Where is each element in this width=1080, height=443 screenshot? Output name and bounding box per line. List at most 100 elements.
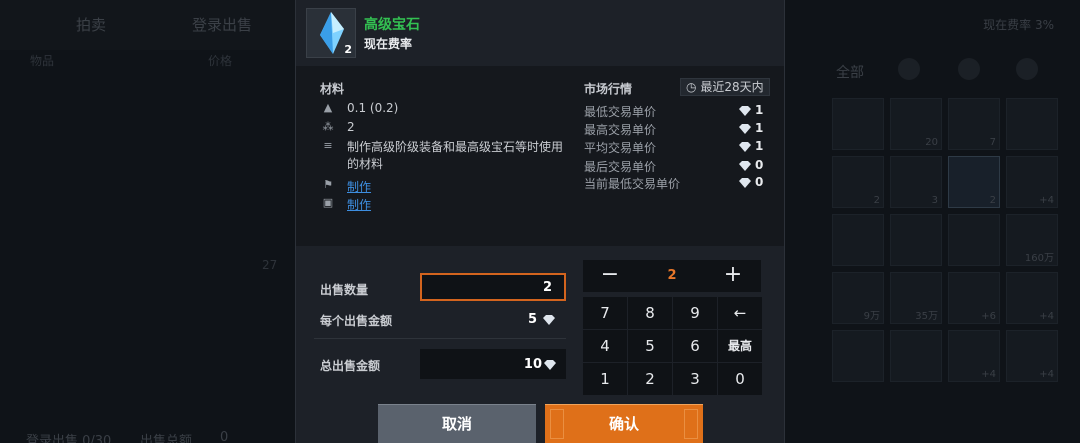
market-title: 市场行情 xyxy=(584,82,633,96)
sale-total-label: 出售总额 xyxy=(140,434,193,443)
market-row-value: 1 xyxy=(755,139,764,153)
tab-register-sale[interactable]: 登录出售 xyxy=(192,14,252,35)
market-row-value: 1 xyxy=(755,103,764,117)
market-row-label: 最高交易单价 xyxy=(584,123,657,137)
item-info-panel: 材料 ▲ 0.1 (0.2) ⁂ 2 ≡ 制作高级阶级装备和最高级宝石等时使用的… xyxy=(296,66,784,246)
inventory-slot[interactable] xyxy=(832,98,884,150)
column-header-price: 价格 xyxy=(208,54,233,68)
inventory-slot[interactable] xyxy=(890,214,942,266)
unit-price-value: 5 xyxy=(528,312,538,327)
current-rate: 现在费率 3% xyxy=(983,18,1054,32)
column-header-item: 物品 xyxy=(30,54,55,68)
key-2[interactable]: 2 xyxy=(628,363,672,395)
qty-label: 出售数量 xyxy=(320,283,369,297)
diamond-currency-icon xyxy=(543,315,555,325)
diamond-currency-icon xyxy=(544,360,556,370)
stack-icon: ⁂ xyxy=(322,120,334,133)
gem-crystal-icon xyxy=(320,12,344,54)
item-slot: 2 xyxy=(306,8,356,58)
diamond-currency-icon xyxy=(739,124,751,134)
stepper-value: 2 xyxy=(667,268,677,283)
total-price-field: 10 xyxy=(420,349,566,379)
backspace-button[interactable]: ← xyxy=(718,297,762,329)
diamond-currency-icon xyxy=(739,106,751,116)
item-description: 制作高级阶级装备和最高级宝石等时使用的材料 xyxy=(347,140,564,171)
inventory-grid: 20 7 2 3 2 +4 160万 9万 35万 +6 +4 +4 +4 xyxy=(832,98,1080,443)
inventory-slot[interactable]: 35万 xyxy=(890,272,942,324)
inventory-slot-selected[interactable]: 2 xyxy=(948,156,1000,208)
unit-price-label: 每个出售金额 xyxy=(320,314,393,328)
inventory-slot[interactable]: +4 xyxy=(1006,156,1058,208)
market-row-value: 1 xyxy=(755,121,764,135)
helmet-icon[interactable] xyxy=(898,58,920,80)
craft-link-1[interactable]: 制作 xyxy=(347,178,371,195)
weight-value: 0.1 (0.2) xyxy=(347,101,399,115)
inventory-slot[interactable] xyxy=(832,330,884,382)
weight-icon: ▲ xyxy=(323,101,333,114)
market-row-value: 0 xyxy=(755,158,764,172)
inventory-slot[interactable]: +4 xyxy=(948,330,1000,382)
sale-panel: 出售数量 2 每个出售金额 5 总出售金额 10 − 2 + 7 8 9 ← 4… xyxy=(296,246,784,443)
key-8[interactable]: 8 xyxy=(628,297,672,329)
divider xyxy=(314,338,566,339)
inventory-slot[interactable] xyxy=(832,214,884,266)
tab-auction[interactable]: 拍卖 xyxy=(76,14,106,35)
background-text: 27 xyxy=(262,258,278,272)
qty-value: 2 xyxy=(542,280,552,295)
dialog-header: 2 高级宝石 现在费率 xyxy=(296,0,784,66)
key-0[interactable]: 0 xyxy=(718,363,762,395)
craft-link-2[interactable]: 制作 xyxy=(347,196,371,213)
inventory-slot[interactable]: 7 xyxy=(948,98,1000,150)
cancel-button[interactable]: 取消 xyxy=(378,404,536,443)
market-row-label: 平均交易单价 xyxy=(584,141,657,155)
inventory-slot[interactable]: +6 xyxy=(948,272,1000,324)
qty-input[interactable]: 2 xyxy=(420,273,566,301)
key-6[interactable]: 6 xyxy=(673,330,717,362)
inventory-slot[interactable]: +4 xyxy=(1006,330,1058,382)
key-7[interactable]: 7 xyxy=(583,297,627,329)
confirm-button[interactable]: 确认 xyxy=(545,404,703,443)
increment-button[interactable]: + xyxy=(711,260,755,292)
market-row-label: 最后交易单价 xyxy=(584,160,657,174)
inventory-slot[interactable] xyxy=(1006,98,1058,150)
map-icon: ⚑ xyxy=(323,178,333,191)
market-row-label: 最低交易单价 xyxy=(584,105,657,119)
inventory-slot[interactable]: +4 xyxy=(1006,272,1058,324)
inventory-slot[interactable]: 3 xyxy=(890,156,942,208)
max-button[interactable]: 最高 xyxy=(718,330,762,362)
sale-slot-count: 登录出售 0/30 xyxy=(26,434,112,443)
total-price-value: 10 xyxy=(523,357,542,372)
material-title: 材料 xyxy=(320,82,345,96)
key-5[interactable]: 5 xyxy=(628,330,672,362)
market-row-label: 当前最低交易单价 xyxy=(584,177,681,191)
diamond-currency-icon xyxy=(739,161,751,171)
sell-dialog: 2 高级宝石 现在费率 材料 ▲ 0.1 (0.2) ⁂ 2 ≡ 制作高级阶级装… xyxy=(295,0,785,443)
total-price-label: 总出售金额 xyxy=(320,359,381,373)
category-all[interactable]: 全部 xyxy=(836,62,864,82)
description-icon: ≡ xyxy=(323,139,333,152)
inventory-slot[interactable]: 20 xyxy=(890,98,942,150)
button-ornament xyxy=(684,409,698,439)
key-1[interactable]: 1 xyxy=(583,363,627,395)
key-4[interactable]: 4 xyxy=(583,330,627,362)
inventory-slot[interactable] xyxy=(890,330,942,382)
button-ornament xyxy=(550,409,564,439)
confirm-label: 确认 xyxy=(608,415,639,433)
key-9[interactable]: 9 xyxy=(673,297,717,329)
diamond-currency-icon xyxy=(739,142,751,152)
clock-icon: ◷ xyxy=(686,80,697,94)
period-badge: ◷ 最近28天内 xyxy=(680,78,770,96)
decrement-button[interactable]: − xyxy=(588,260,632,292)
clipboard-icon: ▣ xyxy=(322,196,334,209)
money-bag-icon[interactable] xyxy=(1016,58,1038,80)
inventory-slot[interactable]: 2 xyxy=(832,156,884,208)
item-subtitle: 现在费率 xyxy=(364,37,413,51)
inventory-slot[interactable]: 9万 xyxy=(832,272,884,324)
inventory-slot[interactable] xyxy=(948,214,1000,266)
sale-total-value: 0 xyxy=(220,430,229,443)
cube-icon[interactable] xyxy=(958,58,980,80)
stack-value: 2 xyxy=(347,120,355,134)
inventory-slot[interactable]: 160万 xyxy=(1006,214,1058,266)
period-label: 最近28天内 xyxy=(700,80,764,94)
key-3[interactable]: 3 xyxy=(673,363,717,395)
